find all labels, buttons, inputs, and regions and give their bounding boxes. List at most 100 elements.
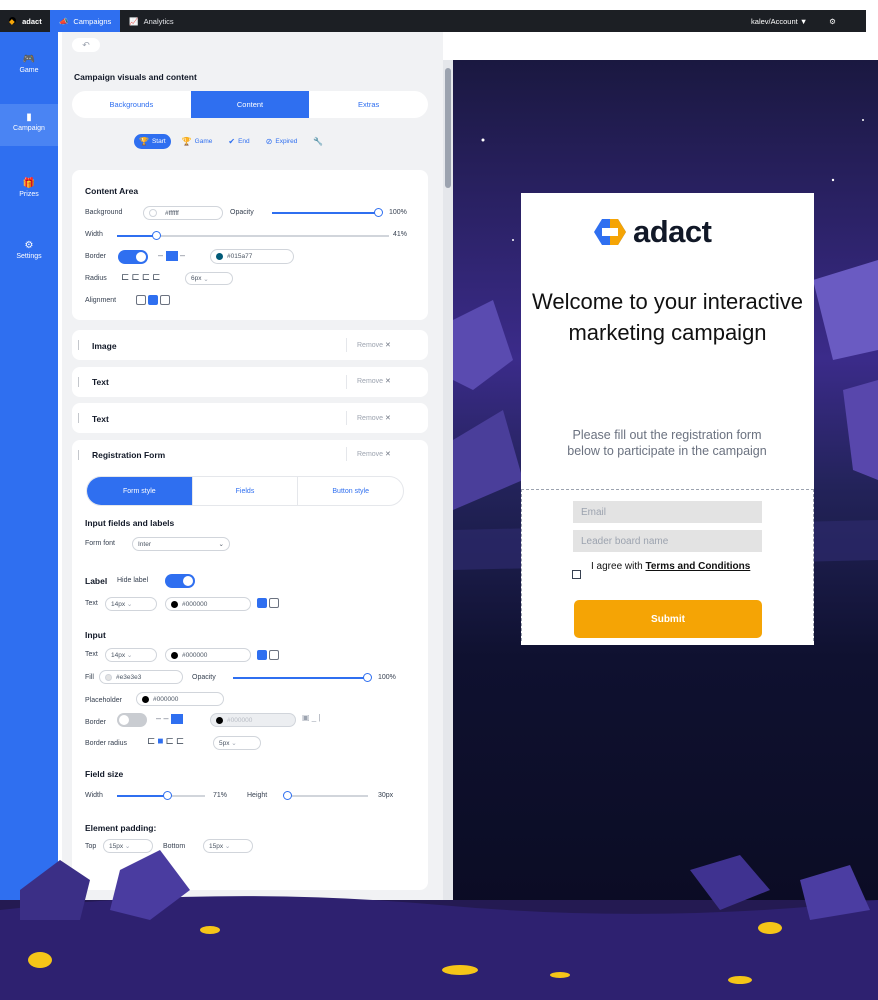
align-left-button[interactable] xyxy=(136,295,146,305)
wrench-icon[interactable]: 🔧 xyxy=(308,134,328,149)
subtab-game[interactable]: 🏆 Game xyxy=(177,134,218,149)
opacity-slider-knob[interactable] xyxy=(374,208,383,217)
border-toggle[interactable] xyxy=(118,250,148,264)
input-border-color-input[interactable]: #000000 xyxy=(210,713,296,727)
drag-handle-icon[interactable] xyxy=(78,450,79,460)
input-border-style-options[interactable]: – – xyxy=(156,713,184,724)
remove-text-2-button[interactable]: Remove ✕ xyxy=(357,414,391,422)
remove-registration-form-button[interactable]: Remove ✕ xyxy=(357,450,391,458)
rail-item-game[interactable]: 🎮 Game xyxy=(0,54,58,74)
check-circle-icon: ✔ xyxy=(228,137,236,146)
field-height-slider[interactable] xyxy=(288,795,368,797)
subtab-end[interactable]: ✔ End xyxy=(223,134,254,149)
radius-label: Radius xyxy=(85,275,107,282)
caret-down-icon: ▼ xyxy=(799,16,808,26)
placeholder-color-input[interactable]: #000000 xyxy=(136,692,224,706)
input-text-color-input[interactable]: #000000 xyxy=(165,648,251,662)
gear-icon[interactable]: ⚙ xyxy=(829,17,836,26)
input-section-title: Input xyxy=(85,630,106,640)
undo-button[interactable]: ↶ xyxy=(72,38,100,52)
rail-item-settings[interactable]: ⚙ Settings xyxy=(0,240,58,260)
width-slider-knob[interactable] xyxy=(152,231,161,240)
field-width-label: Width xyxy=(85,792,103,799)
subtab-start[interactable]: 🏆 Start xyxy=(134,134,171,149)
divider xyxy=(346,338,347,352)
border-label: Border xyxy=(85,253,107,260)
input-opacity-value: 100% xyxy=(378,674,396,681)
chart-icon: 📈 xyxy=(129,16,139,26)
chevron-down-icon: ⌄ xyxy=(218,541,224,548)
tab-content[interactable]: Content xyxy=(190,91,310,118)
label-text-label: Text xyxy=(85,600,98,607)
preview-leaderboard-field[interactable]: Leader board name xyxy=(573,530,762,552)
field-width-slider-knob[interactable] xyxy=(163,791,172,800)
terms-link[interactable]: Terms and Conditions xyxy=(645,561,750,572)
placeholder-label: Placeholder xyxy=(85,697,122,704)
remove-image-button[interactable]: Remove ✕ xyxy=(357,341,391,349)
tab-fields[interactable]: Fields xyxy=(193,477,299,505)
field-width-slider-track[interactable] xyxy=(167,795,205,797)
tab-form-style[interactable]: Form style xyxy=(87,477,193,505)
input-border-toggle[interactable] xyxy=(117,713,147,727)
terms-checkbox[interactable] xyxy=(572,570,581,579)
nav-analytics[interactable]: 📈 Analytics xyxy=(120,10,182,32)
tab-backgrounds[interactable]: Backgrounds xyxy=(72,91,191,118)
input-align-center-button[interactable] xyxy=(269,650,279,660)
input-text-size-select[interactable]: 14px ⌄ xyxy=(105,648,157,662)
padding-top-label: Top xyxy=(85,843,97,850)
form-tabs: Form style Fields Button style xyxy=(86,476,404,506)
rail-item-prizes[interactable]: 🎁 Prizes xyxy=(0,178,58,198)
rail-item-campaign[interactable]: ▮ Campaign xyxy=(0,104,58,146)
radius-corner-options[interactable]: ⊏⊏⊏⊏ xyxy=(121,272,163,283)
tab-button-style[interactable]: Button style xyxy=(298,477,403,505)
input-radius-corner-options[interactable]: ⊏■⊏⊏ xyxy=(147,736,186,747)
align-right-button[interactable] xyxy=(160,295,170,305)
label-align-center-button[interactable] xyxy=(269,598,279,608)
label-text-color-input[interactable]: #000000 xyxy=(165,597,251,611)
input-opacity-slider-knob[interactable] xyxy=(363,673,372,682)
nav-campaigns[interactable]: 📣 Campaigns xyxy=(50,10,121,32)
divider xyxy=(346,411,347,425)
border-color-input[interactable]: #015a77 xyxy=(210,249,294,264)
nav-campaigns-label: Campaigns xyxy=(73,16,112,26)
input-align-left-button[interactable] xyxy=(257,650,267,660)
width-slider[interactable] xyxy=(117,235,157,237)
fill-color-input[interactable]: #e3e3e3 xyxy=(99,670,183,684)
tab-extras[interactable]: Extras xyxy=(309,91,428,118)
chevron-down-icon: ⌄ xyxy=(124,843,131,850)
align-center-button[interactable] xyxy=(148,295,158,305)
padding-bottom-label: Bottom xyxy=(163,843,186,850)
nav-analytics-label: Analytics xyxy=(143,16,174,26)
scrollbar-thumb[interactable] xyxy=(445,68,451,188)
field-size-title: Field size xyxy=(85,769,124,779)
drag-handle-icon[interactable] xyxy=(78,340,79,350)
account-menu[interactable]: kalev/Account ▼ xyxy=(751,17,807,26)
app-logo[interactable]: ◆ adact xyxy=(0,16,50,26)
top-bar: ◆ adact 📣 Campaigns 📈 Analytics kalev/Ac… xyxy=(0,10,866,32)
block-image-title: Image xyxy=(92,341,117,351)
field-width-slider[interactable] xyxy=(117,795,167,797)
background-color-input[interactable]: #ffffff xyxy=(143,206,223,220)
opacity-slider[interactable] xyxy=(272,212,377,214)
input-opacity-slider[interactable] xyxy=(233,677,366,679)
radius-select[interactable]: 6px ⌄ xyxy=(185,272,233,285)
hide-label-text: Hide label xyxy=(117,577,149,584)
input-radius-select[interactable]: 5px ⌄ xyxy=(213,736,261,750)
submit-button[interactable]: Submit xyxy=(574,600,762,638)
adact-logo-icon xyxy=(594,219,626,245)
preview-title: Welcome to your interactive marketing ca… xyxy=(531,289,804,345)
drag-handle-icon[interactable] xyxy=(78,413,79,423)
form-font-select[interactable]: Inter ⌄ xyxy=(132,537,230,551)
width-slider-track[interactable] xyxy=(157,235,389,237)
field-height-slider-knob[interactable] xyxy=(283,791,292,800)
preview-email-field[interactable]: Email xyxy=(573,501,762,523)
drag-handle-icon[interactable] xyxy=(78,377,79,387)
label-text-size-select[interactable]: 14px ⌄ xyxy=(105,597,157,611)
subtab-expired[interactable]: ⊘ Expired xyxy=(261,134,303,149)
border-style-options[interactable]: – – xyxy=(158,250,185,261)
hide-label-toggle[interactable] xyxy=(165,574,195,588)
remove-text-1-button[interactable]: Remove ✕ xyxy=(357,377,391,385)
label-align-left-button[interactable] xyxy=(257,598,267,608)
alignment-label: Alignment xyxy=(85,297,117,304)
input-border-width-options[interactable]: ▣ _ | xyxy=(302,713,321,722)
